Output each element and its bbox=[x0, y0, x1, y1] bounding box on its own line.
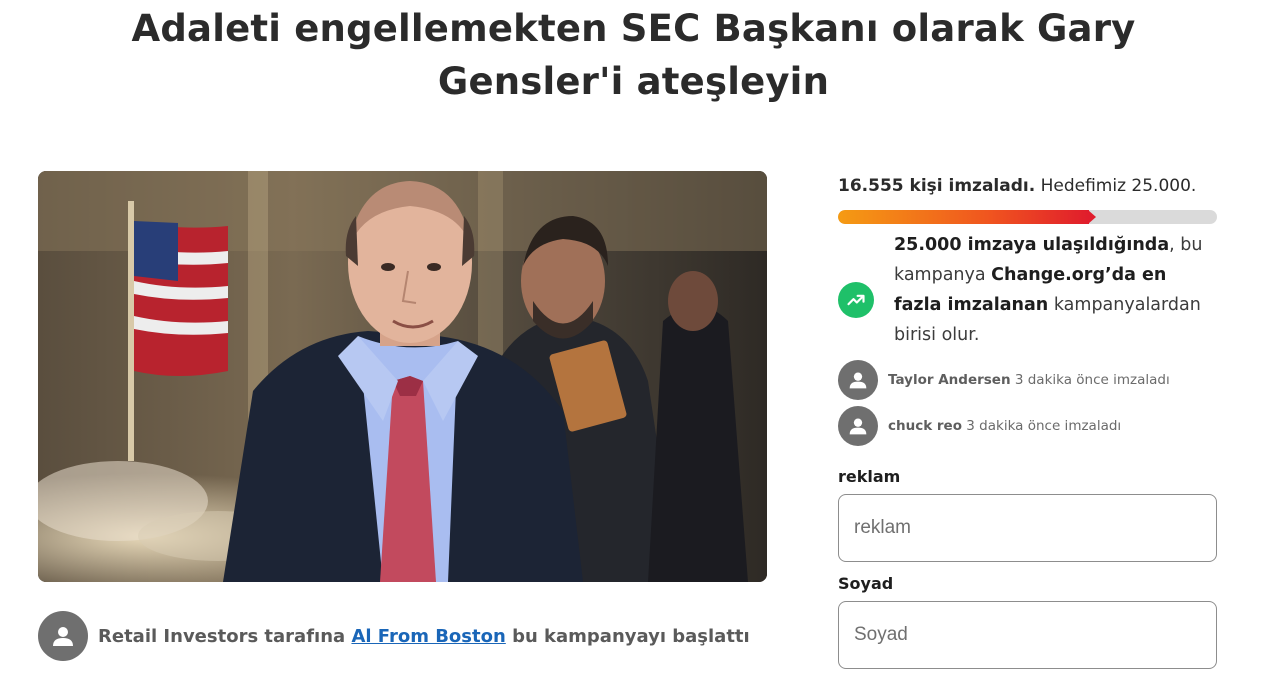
signature-progress-cap bbox=[1087, 210, 1096, 224]
signer-avatar bbox=[838, 406, 878, 446]
petition-title: Adaleti engellemekten SEC Başkanı olarak… bbox=[131, 7, 1136, 103]
starter-author-link[interactable]: Al From Boston bbox=[351, 626, 505, 647]
starter-prefix: Retail Investors tarafına bbox=[98, 625, 352, 647]
signature-progress-bar bbox=[838, 210, 1217, 224]
milestone-info: 25.000 imzaya ulaşıldığında, bu kampanya… bbox=[838, 230, 1217, 350]
milestone-text: 25.000 imzaya ulaşıldığında, bu kampanya… bbox=[894, 230, 1217, 350]
signature-panel: 16.555 kişi imzaladı. Hedefimiz 25.000. … bbox=[838, 171, 1217, 669]
starter-avatar bbox=[38, 611, 88, 661]
user-icon bbox=[849, 418, 867, 435]
recent-signers: Taylor Andersen 3 dakika önce imzaladı c… bbox=[838, 360, 1217, 446]
starter-text: Retail Investors tarafına Al From Boston… bbox=[98, 626, 750, 647]
user-icon bbox=[849, 372, 867, 389]
signer-name: chuck reo bbox=[888, 418, 962, 434]
first-name-field[interactable] bbox=[838, 494, 1217, 562]
signer-text: Taylor Andersen 3 dakika önce imzaladı bbox=[888, 372, 1170, 388]
signer-time: 3 dakika önce imzaladı bbox=[1010, 372, 1170, 388]
recent-signer: Taylor Andersen 3 dakika önce imzaladı bbox=[838, 360, 1217, 400]
trending-up-icon bbox=[847, 294, 865, 306]
recent-signer: chuck reo 3 dakika önce imzaladı bbox=[838, 406, 1217, 446]
signature-count: 16.555 kişi imzaladı. Hedefimiz 25.000. bbox=[838, 171, 1217, 201]
petition-starter: Retail Investors tarafına Al From Boston… bbox=[38, 611, 750, 661]
signer-text: chuck reo 3 dakika önce imzaladı bbox=[888, 418, 1121, 434]
milestone-goal: 25.000 imzaya ulaşıldığında bbox=[894, 235, 1170, 255]
last-name-label: Soyad bbox=[838, 574, 894, 593]
milestone-badge bbox=[838, 282, 874, 318]
signer-name: Taylor Andersen bbox=[888, 372, 1011, 388]
signed-count-text: 16.555 kişi imzaladı. bbox=[838, 176, 1036, 196]
petition-photo bbox=[38, 171, 767, 582]
user-icon bbox=[53, 627, 73, 646]
signature-progress-fill bbox=[838, 210, 1089, 224]
signer-avatar bbox=[838, 360, 878, 400]
first-name-label: reklam bbox=[838, 467, 901, 486]
signer-time: 3 dakika önce imzaladı bbox=[962, 418, 1122, 434]
last-name-field[interactable] bbox=[838, 601, 1217, 669]
goal-text: Hedefimiz 25.000. bbox=[1035, 176, 1197, 196]
starter-suffix: bu kampanyayı başlattı bbox=[505, 625, 750, 647]
